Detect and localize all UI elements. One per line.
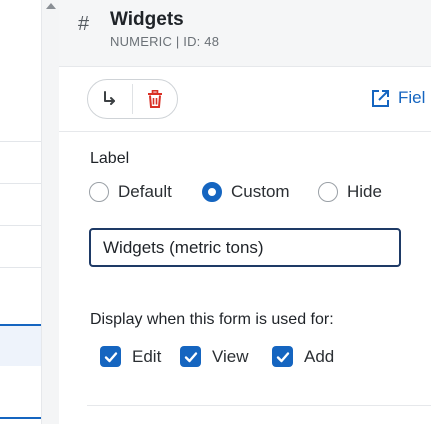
checkbox-checked[interactable] <box>272 346 293 367</box>
label-radio-default[interactable]: Default <box>89 182 172 202</box>
custom-label-input[interactable] <box>89 228 401 267</box>
hash-icon: # <box>78 13 90 35</box>
list-selection-accent <box>0 324 41 326</box>
action-button-group <box>87 79 178 119</box>
label-radio-custom[interactable]: Custom <box>202 182 290 202</box>
checkbox-label: Add <box>304 346 335 366</box>
label-heading: Label <box>90 150 130 167</box>
field-toolbar: Fiel <box>59 67 431 132</box>
trash-icon <box>148 90 162 108</box>
radio-label: Hide <box>347 182 382 201</box>
field-subtitle: NUMERIC | ID: 48 <box>110 34 220 49</box>
checkbox-label: View <box>212 346 249 366</box>
list-divider <box>0 141 41 142</box>
list-divider <box>0 225 41 226</box>
display-check-edit[interactable]: Edit <box>100 346 161 367</box>
move-field-button[interactable] <box>88 80 132 118</box>
display-check-view[interactable]: View <box>180 346 249 367</box>
checkbox-label: Edit <box>132 346 162 366</box>
field-link[interactable]: Fiel <box>371 88 425 108</box>
left-list-panel <box>0 0 41 424</box>
section-divider <box>87 405 431 406</box>
external-edit-icon <box>372 89 389 107</box>
field-header: # Widgets NUMERIC | ID: 48 <box>59 0 431 67</box>
label-radio-hide[interactable]: Hide <box>318 182 382 202</box>
scroll-up-arrow-icon[interactable] <box>46 3 56 9</box>
checkmark-icon <box>276 351 289 362</box>
field-editor-panel: # Widgets NUMERIC | ID: 48 Fiel Label De… <box>59 0 431 424</box>
field-title: Widgets <box>110 9 184 30</box>
list-item-selected[interactable] <box>0 326 41 366</box>
checkmark-icon <box>104 351 117 362</box>
radio-label: Default <box>118 182 172 201</box>
radio-circle[interactable] <box>318 182 338 202</box>
checkbox-checked[interactable] <box>180 346 201 367</box>
field-link-label: Fiel <box>398 88 426 107</box>
display-heading: Display when this form is used for: <box>90 311 334 328</box>
display-check-add[interactable]: Add <box>272 346 334 367</box>
radio-label: Custom <box>231 182 290 201</box>
move-arrow-icon <box>104 91 115 105</box>
radio-circle-selected[interactable] <box>202 182 222 202</box>
list-divider <box>0 267 41 268</box>
checkbox-checked[interactable] <box>100 346 121 367</box>
radio-circle[interactable] <box>89 182 109 202</box>
checkmark-icon <box>184 351 197 362</box>
delete-field-button[interactable] <box>133 80 177 118</box>
list-selection-accent <box>0 417 41 419</box>
list-divider <box>0 183 41 184</box>
scrollbar[interactable] <box>41 0 59 424</box>
